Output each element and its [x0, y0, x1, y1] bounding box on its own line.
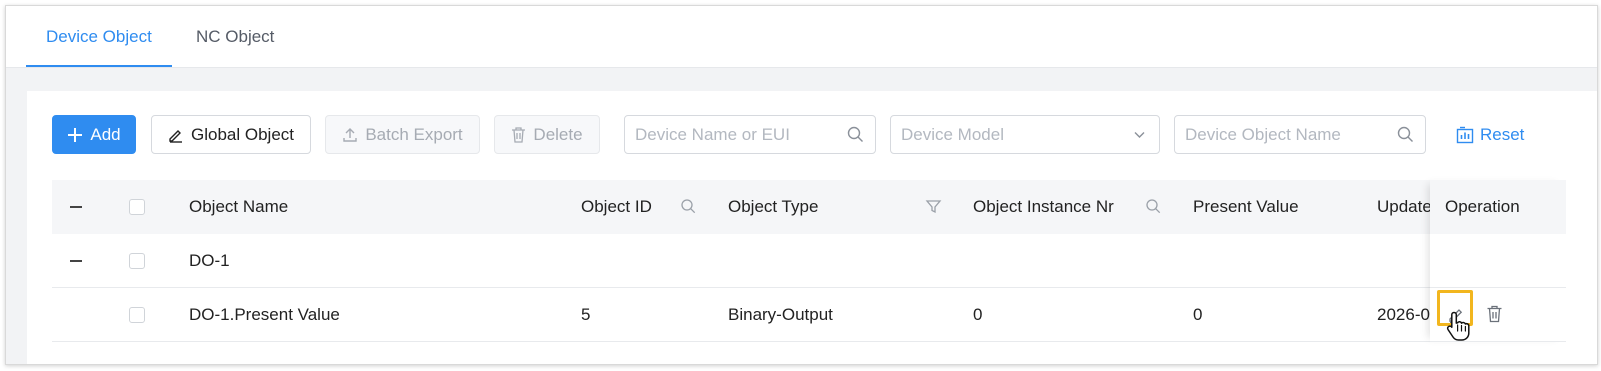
search-icon[interactable] — [847, 126, 864, 143]
select-all-checkbox[interactable] — [129, 199, 145, 215]
header-object-id: Object ID — [581, 197, 652, 216]
header-object-type: Object Type — [728, 197, 819, 216]
header-present-value: Present Value — [1193, 197, 1299, 216]
cell-object-name: DO-1 — [189, 251, 230, 270]
cell-object-id: 5 — [581, 305, 591, 324]
batch-export-button[interactable]: Batch Export — [325, 115, 480, 154]
collapse-all-toggle[interactable] — [68, 199, 84, 215]
tab-nc-object-label: NC Object — [196, 27, 275, 46]
global-object-button-label: Global Object — [191, 124, 294, 144]
cell-updated: 2026-0 — [1377, 305, 1430, 324]
chart-reset-icon — [1456, 126, 1474, 143]
device-object-name-search-field[interactable] — [1174, 115, 1426, 154]
header-object-instance-nr: Object Instance Nr — [973, 197, 1114, 216]
search-icon[interactable] — [1145, 198, 1162, 215]
table-row[interactable]: DO-1 — [52, 234, 1566, 288]
device-name-search-field[interactable] — [624, 115, 876, 154]
page-frame: Device Object NC Object Add Global Objec… — [5, 5, 1598, 365]
row-collapse-toggle[interactable] — [68, 253, 84, 269]
reset-button-label: Reset — [1480, 124, 1525, 144]
cell-object-name: DO-1.Present Value — [189, 305, 340, 324]
content-panel: Add Global Object Batch Export Delete De… — [27, 91, 1597, 364]
device-object-name-search-input[interactable] — [1185, 116, 1395, 153]
trash-icon[interactable] — [1486, 305, 1503, 323]
cell-object-type: Binary-Output — [728, 305, 833, 324]
search-icon[interactable] — [680, 198, 697, 215]
tab-device-object-label: Device Object — [46, 27, 152, 46]
header-updated: Update — [1377, 197, 1432, 216]
upload-icon — [343, 127, 358, 142]
delete-button[interactable]: Delete — [494, 115, 600, 154]
device-model-placeholder: Device Model — [901, 125, 1004, 144]
active-tab-indicator — [26, 65, 172, 67]
global-object-button[interactable]: Global Object — [151, 115, 311, 154]
hand-pointer-cursor-icon — [1446, 311, 1470, 341]
add-button[interactable]: Add — [52, 115, 136, 154]
edit-icon — [169, 129, 182, 143]
batch-export-button-label: Batch Export — [365, 124, 463, 144]
header-operation: Operation — [1445, 197, 1520, 216]
search-icon[interactable] — [1397, 126, 1414, 143]
table-row[interactable]: DO-1.Present Value 5 Binary-Output 0 0 2… — [52, 288, 1566, 342]
plus-icon — [68, 127, 83, 142]
row-checkbox[interactable] — [129, 253, 145, 269]
operation-header-cell: Operation — [1430, 180, 1566, 234]
tab-device-object[interactable]: Device Object — [26, 6, 172, 67]
device-model-select[interactable]: Device Model — [890, 115, 1160, 154]
operation-cell-group-row — [1430, 234, 1566, 288]
cell-object-instance-nr: 0 — [973, 305, 983, 324]
reset-button[interactable]: Reset — [1456, 115, 1524, 154]
chevron-down-icon — [1134, 132, 1145, 138]
row-checkbox[interactable] — [129, 307, 145, 323]
add-button-label: Add — [90, 124, 121, 144]
table-header: Object Name Object ID Object Type Object… — [52, 180, 1566, 234]
device-name-search-input[interactable] — [635, 116, 845, 153]
delete-button-label: Delete — [533, 124, 583, 144]
tab-bar: Device Object NC Object — [6, 6, 1597, 68]
trash-icon — [512, 126, 526, 143]
cell-present-value: 0 — [1193, 305, 1203, 324]
filter-icon[interactable] — [925, 198, 942, 215]
tab-nc-object[interactable]: NC Object — [176, 6, 294, 67]
header-object-name: Object Name — [189, 197, 289, 216]
